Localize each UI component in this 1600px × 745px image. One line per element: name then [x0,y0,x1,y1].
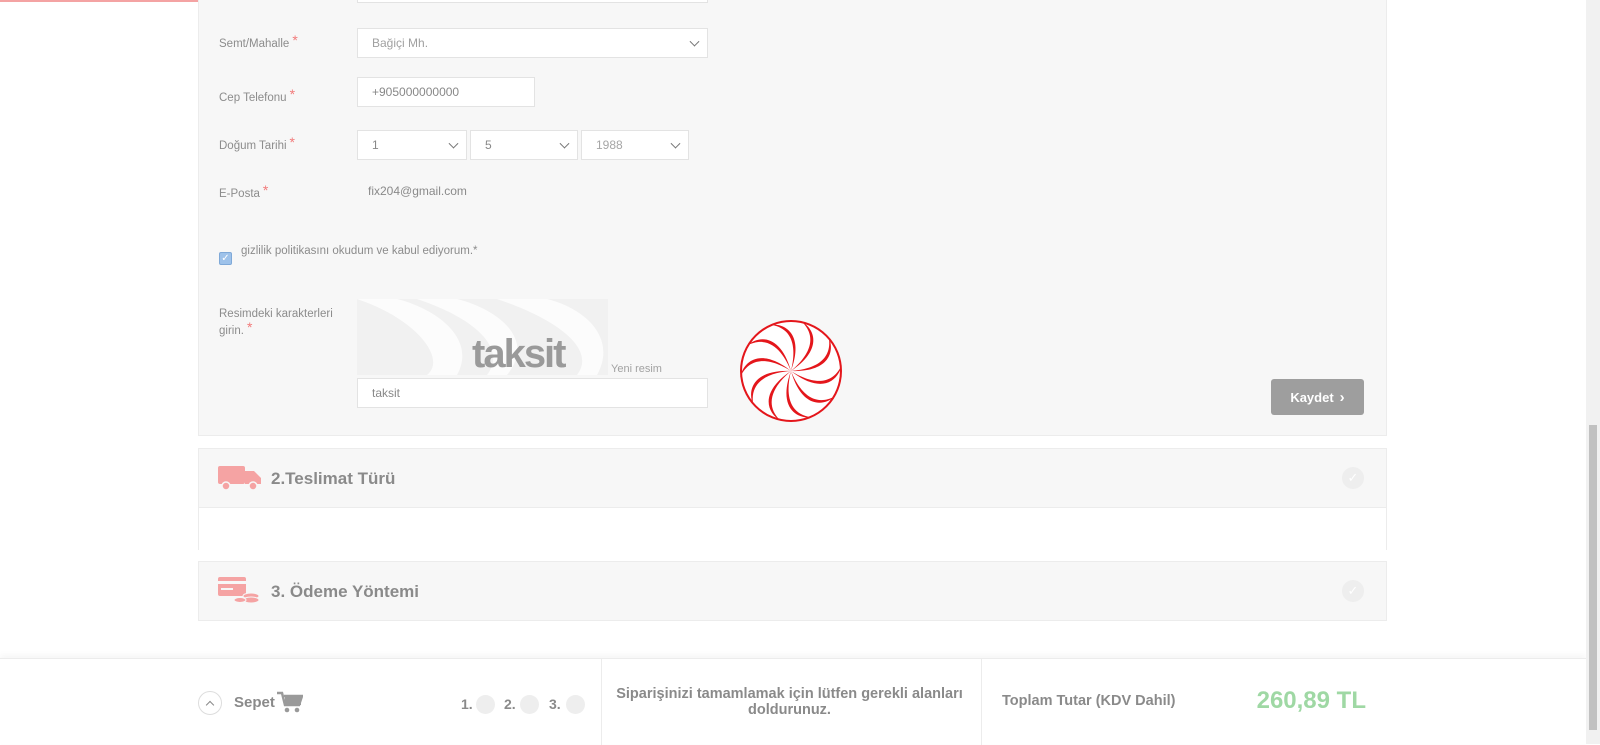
save-button-label: Kaydet [1290,389,1334,405]
step-3-indicator [566,695,585,714]
step-2-indicator [520,695,539,714]
chevron-up-icon[interactable] [198,691,222,715]
birth-month-select[interactable]: 5 [470,130,578,160]
email-value: fix204@gmail.com [368,184,467,198]
check-circle-icon: ✓ [1342,580,1364,602]
birth-day-select[interactable]: 1 [357,130,467,160]
phone-label: Cep Telefonu * [219,86,296,104]
footer-divider-left [601,659,602,745]
phone-input[interactable]: +905000000000 [357,77,535,107]
privacy-checkbox[interactable]: ✓ [219,252,232,265]
district-select[interactable]: Bağiçi Mh. [357,28,708,58]
step-1-label: 1. [461,696,473,712]
birthdate-label: Doğum Tarihi * [219,134,295,152]
privacy-text: gizlilik politikasını okudum ve kabul ed… [241,245,478,257]
payment-section-title: 3. Ödeme Yöntemi [271,582,420,601]
spiral-logo-icon [740,320,842,422]
truck-icon [218,466,261,491]
delivery-section-title: 2.Teslimat Türü [271,469,396,488]
email-label: E-Posta * [219,182,269,200]
birth-year-select[interactable]: 1988 [581,130,689,160]
footer-divider-right [981,659,982,745]
completion-message: Siparişinizi tamamlamak için lütfen gere… [616,686,963,718]
check-circle-icon: ✓ [1342,467,1364,489]
total-label: Toplam Tutar (KDV Dahil) [1002,693,1176,709]
delivery-section-header: 2.Teslimat Türü ✓ [199,449,1386,508]
delivery-section-body [199,508,1386,550]
captcha-refresh-link[interactable]: Yeni resim [611,363,662,375]
captcha-image: taksit [357,299,608,375]
delivery-section[interactable]: 2.Teslimat Türü ✓ [198,448,1387,550]
scrollbar-thumb[interactable] [1589,425,1597,730]
captcha-input[interactable]: taksit [357,378,708,408]
district-label: Semt/Mahalle * [219,32,298,50]
cart-label[interactable]: Sepet [234,694,275,711]
step-3-label: 3. [549,696,561,712]
checkout-footer: Sepet 1. 2. 3. Siparişinizi tamamlamak i… [0,658,1586,745]
step-2-label: 2. [504,696,516,712]
payment-section[interactable]: 3. Ödeme Yöntemi ✓ [198,561,1387,621]
page-scrollbar[interactable] [1586,0,1600,744]
captcha-label: Resimdeki karakterleri girin. * [219,308,333,337]
chevron-right-icon: › [1339,388,1345,406]
card-coins-icon [218,577,260,604]
captcha-text: taksit [472,332,566,375]
save-button[interactable]: Kaydet › [1271,379,1364,415]
customer-info-panel: Semt/Mahalle * Bağiçi Mh. Cep Telefonu * +… [198,0,1387,436]
total-amount: 260,89 TL [1256,687,1366,714]
previous-field-edge [357,0,708,3]
step-1-indicator [476,695,495,714]
cart-icon[interactable] [277,691,303,713]
